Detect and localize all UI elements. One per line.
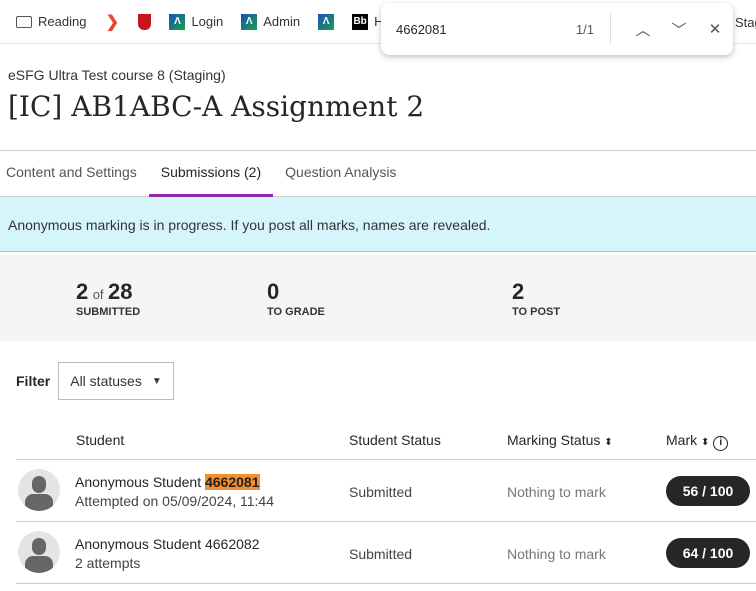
- tab-question-analysis[interactable]: Question Analysis: [279, 151, 402, 197]
- tab-submissions[interactable]: Submissions (2): [148, 151, 274, 197]
- attempt-info: 2 attempts: [75, 555, 141, 571]
- bookmark-6[interactable]: Λ: [318, 13, 335, 30]
- bb-icon: Bb: [352, 13, 369, 30]
- find-count: 1/1: [575, 21, 594, 37]
- find-bar: 4662081 1/1 ︿ ﹀ ✕: [381, 3, 733, 55]
- red-chevron-icon: ❯: [105, 13, 120, 31]
- page-title: [IC] AB1ABC-A Assignment 2: [8, 90, 425, 123]
- bookmark-admin[interactable]: Λ Admin: [241, 13, 300, 30]
- find-input[interactable]: 4662081: [396, 22, 576, 37]
- stats-panel: 2 of 28 SUBMITTED 0 TO GRADE 2 TO POST: [0, 255, 756, 341]
- student-name[interactable]: Anonymous Student 4662082: [75, 536, 260, 552]
- col-mark[interactable]: Mark ⬍ i: [666, 432, 729, 451]
- avatar: [18, 469, 60, 511]
- chevron-up-icon[interactable]: ︿: [625, 19, 661, 40]
- tabs: Content and Settings Submissions (2) Que…: [0, 150, 756, 197]
- chevron-down-icon[interactable]: ﹀: [661, 19, 697, 40]
- mark-pill[interactable]: 56 / 100: [666, 476, 750, 506]
- tab-content-settings[interactable]: Content and Settings: [0, 151, 143, 197]
- bookmark-login[interactable]: Λ Login: [169, 13, 223, 30]
- caret-down-icon: ▼: [151, 375, 162, 387]
- anonymous-banner: Anonymous marking is in progress. If you…: [0, 197, 756, 252]
- learn-icon: Λ: [169, 13, 186, 30]
- table-row[interactable]: Anonymous Student 4662082 2 attempts Sub…: [16, 521, 756, 583]
- learn-icon: Λ: [241, 13, 258, 30]
- close-icon[interactable]: ✕: [697, 20, 733, 38]
- col-student-status: Student Status: [349, 432, 441, 448]
- filter: Filter All statuses ▼: [16, 362, 174, 400]
- search-highlight: 4662081: [204, 474, 260, 490]
- bookmark-3[interactable]: [138, 13, 152, 30]
- mark-pill[interactable]: 64 / 100: [666, 538, 750, 568]
- student-status: Submitted: [349, 546, 413, 562]
- marking-status: Nothing to mark: [507, 484, 606, 500]
- marking-status: Nothing to mark: [507, 546, 606, 562]
- stat-to-post: 2 TO POST: [512, 279, 561, 318]
- bookmark-reading[interactable]: Reading: [16, 14, 86, 29]
- attempt-info: Attempted on 05/09/2024, 11:44: [75, 493, 275, 509]
- student-status: Submitted: [349, 484, 413, 500]
- col-marking-status[interactable]: Marking Status ⬍: [507, 432, 613, 448]
- sort-icon[interactable]: ⬍: [604, 437, 612, 448]
- learn-icon: Λ: [318, 13, 335, 30]
- crest-icon: [138, 13, 152, 30]
- sort-icon[interactable]: ⬍: [701, 437, 709, 448]
- course-name: eSFG Ultra Test course 8 (Staging): [8, 67, 226, 83]
- col-student: Student: [76, 432, 125, 448]
- stat-to-grade: 0 TO GRADE: [267, 279, 325, 318]
- avatar: [18, 531, 60, 573]
- table-row[interactable]: Anonymous Student 4662081 Attempted on 0…: [16, 459, 756, 521]
- filter-label: Filter: [16, 373, 51, 389]
- info-icon[interactable]: i: [713, 436, 729, 451]
- status-filter-select[interactable]: All statuses ▼: [58, 362, 174, 400]
- divider: [610, 13, 611, 45]
- stat-submitted: 2 of 28 SUBMITTED: [76, 279, 141, 318]
- bookmark-overflow[interactable]: Stagin: [735, 15, 756, 30]
- bookmark-2[interactable]: ❯: [104, 13, 120, 31]
- folder-icon: [16, 15, 32, 28]
- divider: [16, 583, 756, 584]
- student-name[interactable]: Anonymous Student 4662081: [75, 474, 260, 490]
